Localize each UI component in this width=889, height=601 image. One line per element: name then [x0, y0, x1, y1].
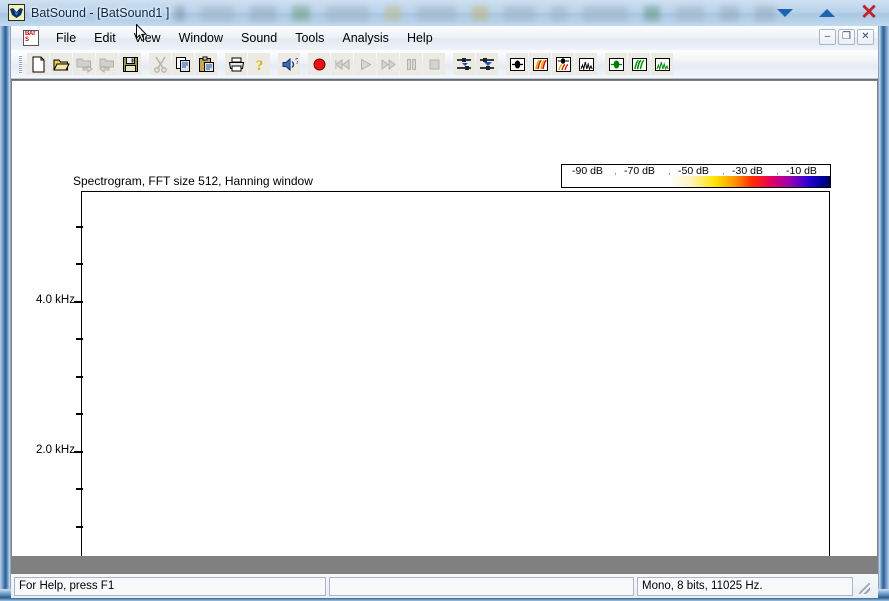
chart-title: Spectrogram, FFT size 512, Hanning windo…: [73, 174, 313, 188]
y-axis-tick-4khz: [74, 301, 83, 303]
sound-settings-button[interactable]: ?: [278, 53, 300, 75]
close-icon: ✕: [860, 1, 878, 24]
document-system-menu-icon[interactable]: BAT S: [23, 30, 39, 46]
rewind-button: [331, 53, 353, 75]
status-audio-format: Mono, 8 bits, 11025 Hz.: [637, 576, 853, 596]
y-axis-minor-tick: [76, 338, 83, 340]
window-titlebar[interactable]: BatSound - [BatSound1 ] ✕: [0, 0, 889, 26]
window-maximize-button[interactable]: [817, 3, 837, 23]
y-axis-minor-tick: [76, 376, 83, 378]
open-folder-button[interactable]: [50, 53, 72, 75]
spectrogram-document: Spectrogram, FFT size 512, Hanning windo…: [12, 81, 877, 556]
y-axis-minor-tick: [76, 488, 83, 490]
menu-item-sound[interactable]: Sound: [232, 28, 286, 48]
save-button[interactable]: [119, 53, 141, 75]
spectrogram-view-button[interactable]: [529, 53, 551, 75]
window-frame-left: [0, 26, 10, 589]
print-button[interactable]: [225, 53, 247, 75]
menu-item-tools[interactable]: Tools: [286, 28, 333, 48]
toolbar-grip[interactable]: [19, 54, 22, 74]
y-axis-tick-2khz: [74, 451, 83, 453]
batsound-application-window: BatSound - [BatSound1 ] ✕ BAT S File Edit: [0, 0, 889, 601]
mdi-minimize-button[interactable]: –: [819, 29, 836, 45]
cut-button: [149, 53, 171, 75]
waveform-view-button[interactable]: [506, 53, 528, 75]
menu-item-analysis[interactable]: Analysis: [333, 28, 398, 48]
main-toolbar: ? ?: [11, 50, 878, 79]
help-button[interactable]: ?: [248, 53, 270, 75]
record-button[interactable]: [308, 53, 330, 75]
titlebar-background-blur: [175, 0, 776, 26]
output-level-button[interactable]: [476, 53, 498, 75]
open-next-button: [73, 53, 95, 75]
y-axis-label-4khz: 4.0 kHz: [36, 294, 75, 306]
window-close-button[interactable]: ✕: [859, 1, 879, 24]
status-bar: For Help, press F1 Mono, 8 bits, 11025 H…: [11, 574, 878, 598]
pause-button: [400, 53, 422, 75]
menu-item-window[interactable]: Window: [170, 28, 232, 48]
menu-item-view[interactable]: View: [125, 28, 170, 48]
window-frame: BatSound - [BatSound1 ] ✕ BAT S File Edit: [0, 0, 889, 601]
y-axis-minor-tick: [76, 263, 83, 265]
y-axis-label-2khz: 2.0 kHz: [36, 444, 75, 456]
power-spectrum-green-button[interactable]: [651, 53, 673, 75]
stop-button: [423, 53, 445, 75]
fast-forward-button: [377, 53, 399, 75]
play-button: [354, 53, 376, 75]
svg-text:?: ?: [255, 58, 263, 73]
y-axis-minor-tick: [76, 413, 83, 415]
svg-text:?: ?: [295, 57, 298, 66]
mdi-client-area: Spectrogram, FFT size 512, Hanning windo…: [11, 79, 878, 574]
y-axis-minor-tick: [76, 226, 83, 228]
mdi-child-controls: – ❐ ✕: [819, 29, 874, 45]
waveform-spectrogram-view-button[interactable]: [552, 53, 574, 75]
menu-item-edit[interactable]: Edit: [85, 28, 125, 48]
y-axis-minor-tick: [76, 526, 83, 528]
paste-button[interactable]: [195, 53, 217, 75]
application-client-area: BAT S File Edit View Window Sound Tools A…: [10, 26, 879, 598]
spectrogram-plot-area[interactable]: [74, 191, 830, 556]
open-previous-button: [96, 53, 118, 75]
resize-grip-icon[interactable]: [856, 577, 872, 596]
spectrogram-green-button[interactable]: [628, 53, 650, 75]
menu-item-file[interactable]: File: [47, 28, 85, 48]
menu-item-help[interactable]: Help: [398, 28, 442, 48]
colorbar-legend: -90 dB -70 dB -50 dB -30 dB -10 dB , , ,…: [561, 164, 831, 188]
status-help-text: For Help, press F1: [14, 576, 326, 596]
menu-bar: BAT S File Edit View Window Sound Tools A…: [11, 26, 878, 51]
input-level-button[interactable]: [453, 53, 475, 75]
waveform-green-button[interactable]: [605, 53, 627, 75]
batsound-logo-icon: [8, 4, 25, 21]
status-middle-pane: [329, 576, 634, 596]
new-file-button[interactable]: [27, 53, 49, 75]
window-frame-right: [879, 26, 889, 589]
mdi-restore-button[interactable]: ❐: [838, 29, 855, 45]
window-title: BatSound - [BatSound1 ]: [31, 6, 170, 20]
window-minimize-button[interactable]: [775, 3, 795, 23]
window-controls: ✕: [775, 0, 879, 26]
copy-button[interactable]: [172, 53, 194, 75]
mdi-close-button[interactable]: ✕: [857, 29, 874, 45]
power-spectrum-view-button[interactable]: [575, 53, 597, 75]
colorbar-gradient: [562, 176, 830, 187]
